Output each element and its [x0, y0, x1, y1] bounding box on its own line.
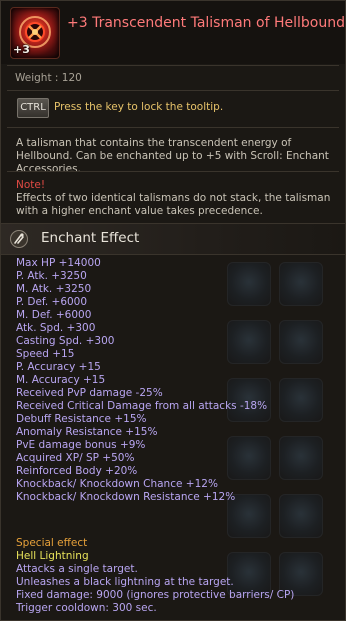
item-tooltip: +3 +3 Transcendent Talisman of Hellbound…	[0, 0, 346, 621]
stat-line: Atk. Spd. +300	[16, 322, 96, 334]
special-effect-name: Hell Lightning	[16, 550, 89, 562]
special-effect-line: Unleashes a black lightning at the targe…	[16, 576, 234, 588]
stat-line: Acquired XP/ SP +50%	[16, 452, 135, 464]
enchant-stats-list: Max HP +14000 P. Atk. +3250 M. Atk. +325…	[16, 257, 267, 504]
stat-line: Anomaly Resistance +15%	[16, 426, 158, 438]
stat-line: P. Accuracy +15	[16, 361, 101, 373]
stat-line: M. Def. +6000	[16, 309, 92, 321]
stat-line: M. Atk. +3250	[16, 283, 92, 295]
special-effect-line: Attacks a single target.	[16, 563, 138, 575]
divider	[7, 90, 339, 91]
special-effect-block: Special effect Hell Lightning Attacks a …	[16, 537, 294, 615]
stat-line: Debuff Resistance +15%	[16, 413, 147, 425]
stat-line: Max HP +14000	[16, 257, 101, 269]
stat-line: P. Atk. +3250	[16, 270, 87, 282]
lock-tooltip-hint: Press the key to lock the tooltip.	[54, 101, 224, 113]
special-effect-line: Trigger cooldown: 300 sec.	[16, 602, 157, 614]
tooltip-header: +3 +3 Transcendent Talisman of Hellbound	[1, 1, 345, 64]
enchant-level-badge: +3	[13, 43, 30, 56]
enchant-effect-title: Enchant Effect	[41, 230, 140, 246]
ctrl-key-button[interactable]: CTRL	[17, 98, 49, 118]
divider	[7, 127, 339, 128]
item-weight: Weight : 120	[15, 72, 82, 84]
stat-line: Received Critical Damage from all attack…	[16, 400, 268, 412]
stat-line: PvE damage bonus +9%	[16, 439, 146, 451]
item-name: +3 Transcendent Talisman of Hellbound	[67, 15, 345, 31]
special-effect-title: Special effect	[16, 537, 88, 549]
stat-line: Knockback/ Knockdown Chance +12%	[16, 478, 218, 490]
enchant-effect-header: Enchant Effect	[1, 223, 345, 255]
stat-line: P. Def. +6000	[16, 296, 88, 308]
special-effect-line: Fixed damage: 9000 (ignores protective b…	[16, 589, 295, 601]
enchant-effect-icon	[9, 229, 29, 249]
stat-line: Knockback/ Knockdown Resistance +12%	[16, 491, 236, 503]
stat-line: Received PvP damage -25%	[16, 387, 163, 399]
divider	[7, 171, 339, 172]
divider	[7, 65, 339, 66]
stat-line: Reinforced Body +20%	[16, 465, 138, 477]
stat-line: M. Accuracy +15	[16, 374, 106, 386]
note-text: Effects of two identical talismans do no…	[16, 192, 331, 217]
note-title: Note!	[16, 179, 46, 191]
stat-line: Casting Spd. +300	[16, 335, 115, 347]
stat-line: Speed +15	[16, 348, 75, 360]
